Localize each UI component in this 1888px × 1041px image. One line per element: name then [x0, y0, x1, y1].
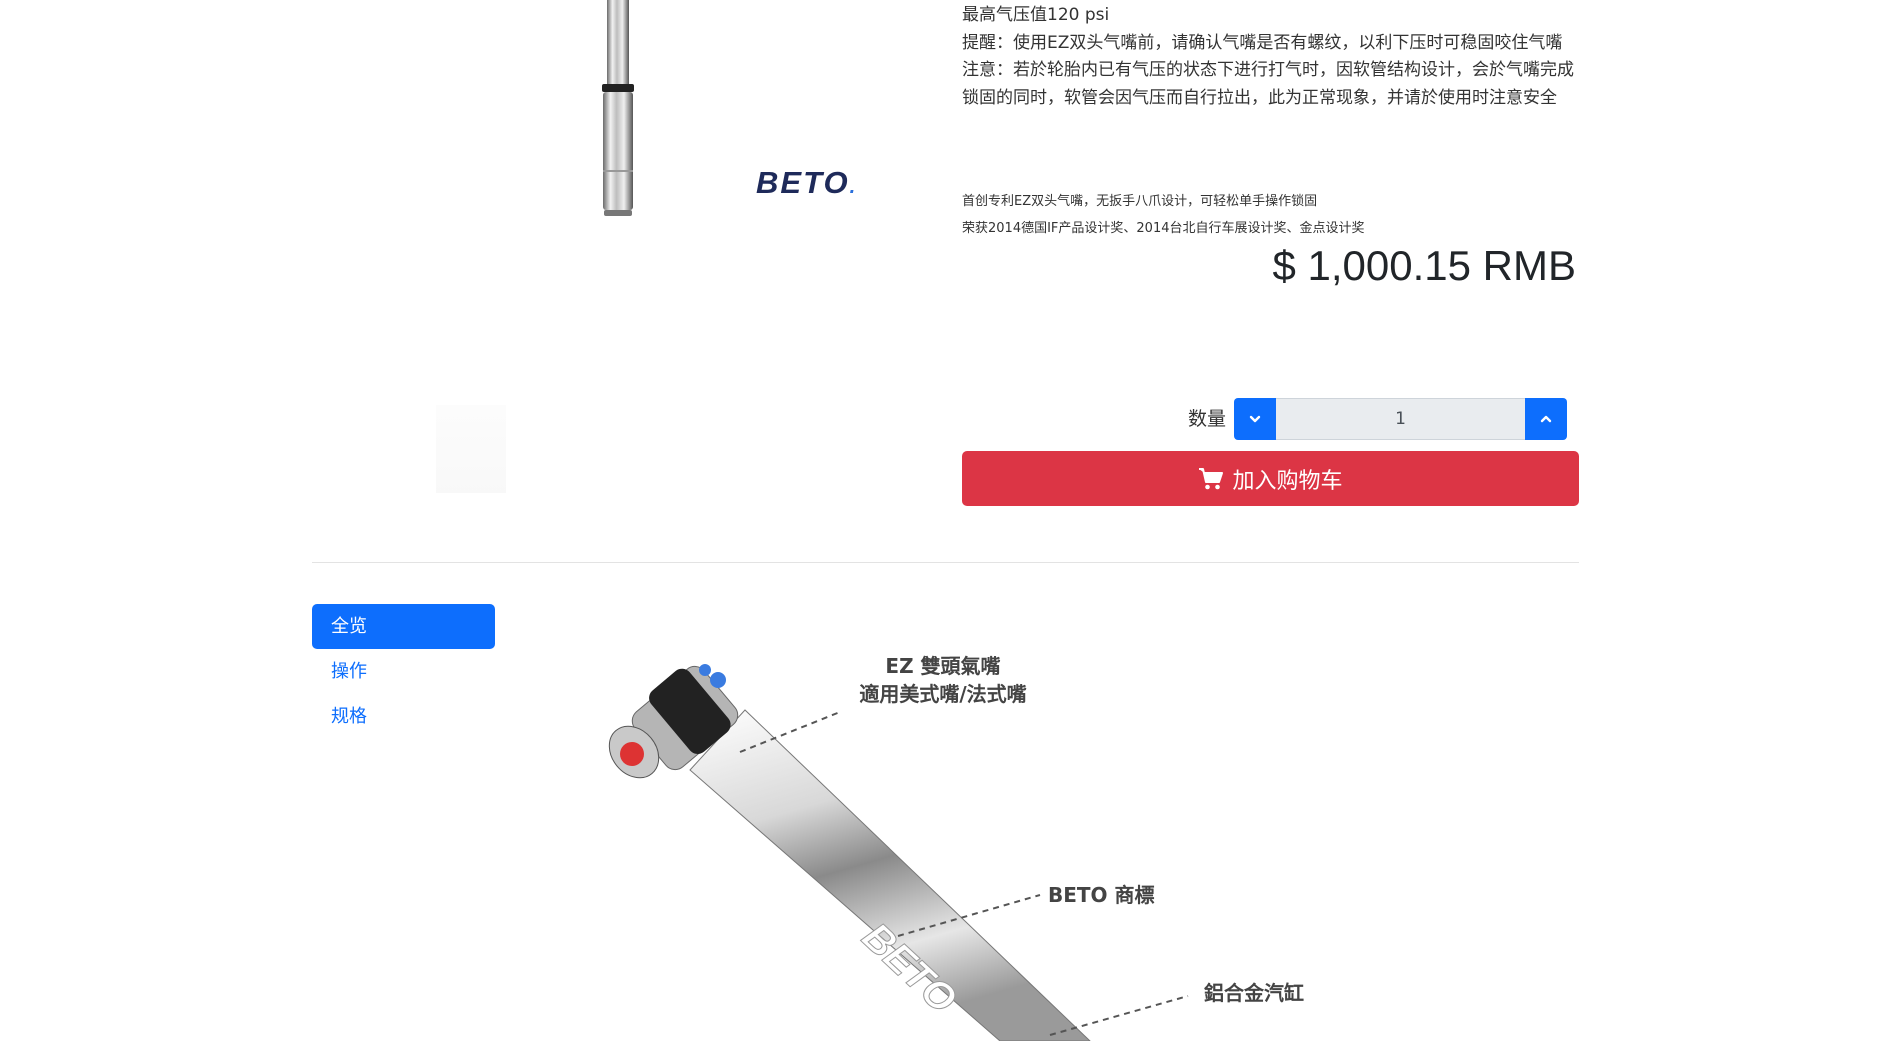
- callout-valve-title: EZ 雙頭氣嘴: [885, 654, 1000, 678]
- product-feature-diagram: BETO EZ 雙頭氣嘴 適用美式嘴/法式嘴 BETO 商標 鋁合金汽缸: [608, 654, 1304, 1041]
- description-line: 最高气压值120 psi: [962, 5, 1110, 25]
- tab-specs[interactable]: 规格: [312, 694, 495, 739]
- brand-logo: BETO.: [756, 165, 858, 200]
- section-divider: [312, 562, 1579, 563]
- description-line: 注意：若於轮胎内已有气压的状态下进行打气时，因软管结构设计，会於气嘴完成锁固的同…: [962, 60, 1574, 108]
- quantity-label: 数量: [1188, 408, 1227, 430]
- shopping-cart-icon: [1199, 467, 1224, 489]
- chevron-up-icon: [1540, 415, 1552, 423]
- note-line: 首创专利EZ双头气嘴，无扳手八爪设计，可轻松单手操作锁固: [962, 194, 1318, 209]
- tab-overview[interactable]: 全览: [312, 604, 495, 649]
- note-line: 荣获2014德国IF产品设计奖、2014台北自行车展设计奖、金点设计奖: [962, 221, 1365, 236]
- product-description: 最高气压值120 psi 提醒：使用EZ双头气嘴前，请确认气嘴是否有螺纹，以利下…: [962, 2, 1576, 112]
- chevron-down-icon: [1249, 415, 1261, 423]
- image-thumbnail-placeholder: [436, 405, 506, 493]
- add-to-cart-label: 加入购物车: [1232, 468, 1343, 494]
- decrease-quantity-button[interactable]: [1234, 398, 1276, 440]
- product-tabs: 全览 操作 规格: [312, 604, 495, 739]
- quantity-input[interactable]: [1276, 398, 1525, 440]
- description-line: 提醒：使用EZ双头气嘴前，请确认气嘴是否有螺纹，以利下压时可稳固咬住气嘴: [962, 32, 1563, 53]
- callout-valve-subtitle: 適用美式嘴/法式嘴: [859, 682, 1026, 706]
- tab-operation[interactable]: 操作: [312, 649, 495, 694]
- increase-quantity-button[interactable]: [1525, 398, 1567, 440]
- product-notes: 首创专利EZ双头气嘴，无扳手八爪设计，可轻松单手操作锁固 荣获2014德国IF产…: [962, 188, 1576, 242]
- callout-logo: BETO 商標: [1048, 883, 1155, 907]
- product-price: $ 1,000.15 RMB: [1272, 242, 1576, 289]
- add-to-cart-button[interactable]: 加入购物车: [962, 451, 1579, 506]
- callout-cylinder: 鋁合金汽缸: [1204, 981, 1304, 1005]
- product-image-pump: [602, 0, 634, 216]
- quantity-stepper: [1234, 398, 1567, 440]
